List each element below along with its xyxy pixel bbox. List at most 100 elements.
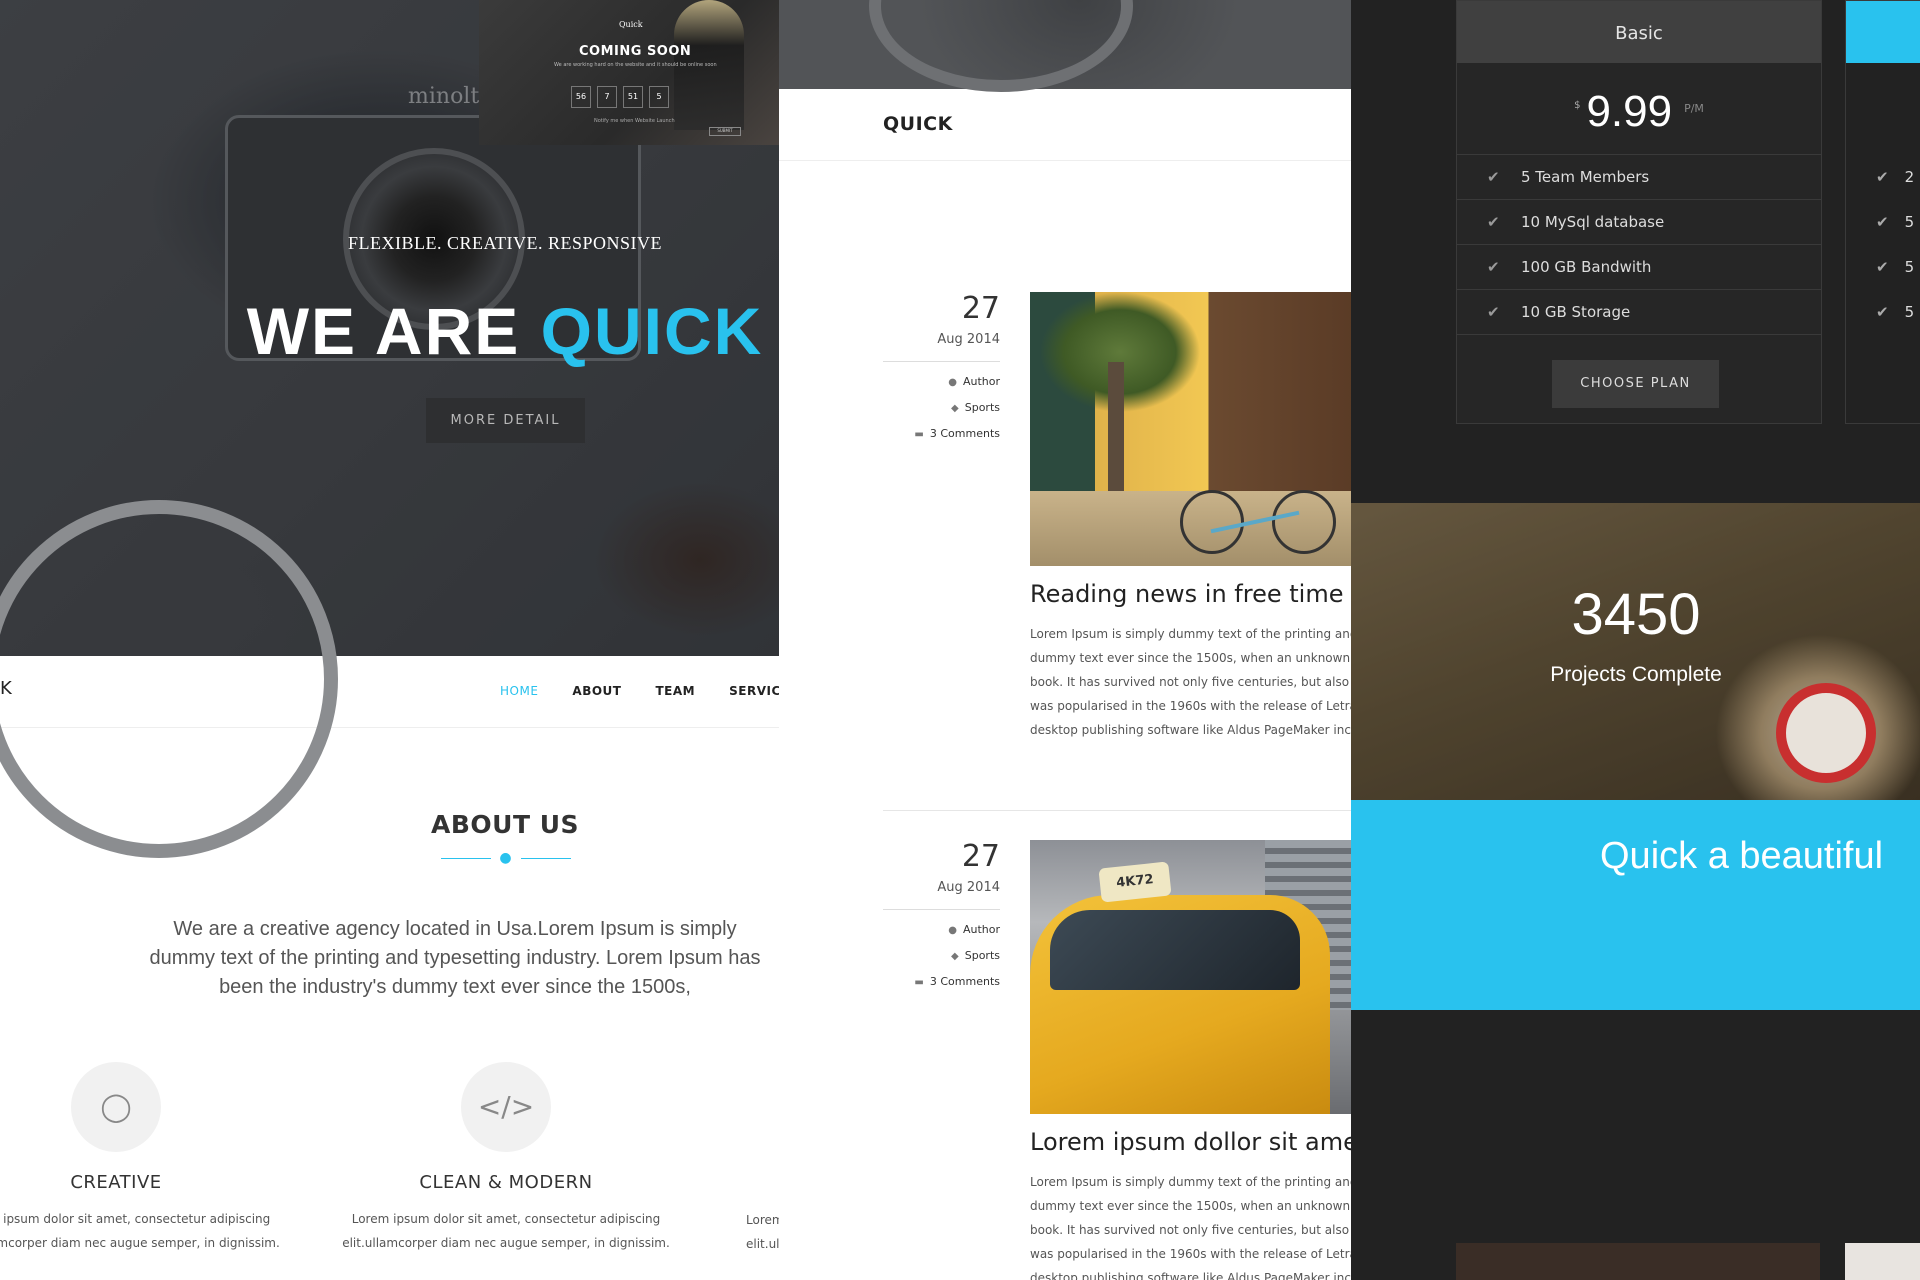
blog-logo[interactable]: QUICK xyxy=(883,113,953,135)
blog-post: 27 Aug 2014 ● Author ◆ Sports ▬ 3 Comments … xyxy=(883,292,1351,762)
countdown-box: 51 xyxy=(623,86,643,108)
feature-third: Lorem ipsum dolor sit amet, consectetur … xyxy=(746,1062,779,1256)
feature-text: Lorem ipsum dolor sit amet, consectetur … xyxy=(342,1212,670,1250)
pricing-card-next: ✔ 2 ✔ 5 ✔ 5 ✔ 5 xyxy=(1845,0,1920,424)
nav-item-team[interactable]: TEAM xyxy=(655,684,695,698)
check-icon: ✔ xyxy=(1876,213,1889,231)
portfolio-tile[interactable] xyxy=(1456,1243,1820,1280)
post-image-taxi[interactable]: 4K72 xyxy=(1030,840,1351,1114)
comment-icon: ▬ xyxy=(914,977,924,988)
plan-feature: ✔ 5 xyxy=(1876,213,1915,231)
nav-menu: HOME ABOUT TEAM SERVICES xyxy=(500,684,779,698)
nav-item-home[interactable]: HOME xyxy=(500,684,538,698)
hero-title-main: WE ARE xyxy=(246,294,541,368)
check-icon: ✔ xyxy=(1876,168,1889,186)
price-currency: $ xyxy=(1574,100,1581,111)
post-category[interactable]: ◆ Sports xyxy=(883,949,1000,962)
headphones-image xyxy=(1776,683,1876,783)
countdown-box: 7 xyxy=(597,86,617,108)
post-meta: 27 Aug 2014 ● Author ◆ Sports ▬ 3 Comments xyxy=(883,840,1000,988)
plan-price: $9.99 P/M xyxy=(1457,63,1821,155)
plan-feature: ✔ 5 xyxy=(1876,303,1915,321)
post-excerpt: Lorem Ipsum is simply dummy text of the … xyxy=(1030,1175,1351,1280)
post-day: 27 xyxy=(961,291,1000,326)
plan-feature: ✔ 5 Team Members xyxy=(1457,155,1821,200)
post-month: Aug 2014 xyxy=(883,332,1000,362)
blog-hero-strip xyxy=(779,0,1351,92)
code-icon: </> xyxy=(461,1062,551,1152)
section-divider: ● xyxy=(441,851,571,865)
hero-title: WE ARE QUICK xyxy=(0,293,779,369)
plan-feature: ✔ 10 MySql database xyxy=(1457,200,1821,245)
comment-icon: ▬ xyxy=(914,429,924,440)
check-icon: ✔ xyxy=(1876,303,1889,321)
home-page-preview: minolta Quick COMING SOON We are working… xyxy=(0,0,779,1280)
taxi-sign: 4K72 xyxy=(1098,861,1172,903)
post-category[interactable]: ◆ Sports xyxy=(883,401,1000,414)
plan-header-accent xyxy=(1846,1,1920,63)
preview-subtitle: We are working hard on the website and i… xyxy=(554,62,717,68)
hero-title-accent: QUICK xyxy=(540,294,764,368)
nav-item-services[interactable]: SERVICES xyxy=(729,684,779,698)
post-divider xyxy=(883,810,1351,811)
price-amount: 9.99 xyxy=(1586,87,1673,136)
stats-section: 3450 Projects Complete xyxy=(1351,503,1920,800)
user-icon: ● xyxy=(499,850,512,866)
post-day: 27 xyxy=(961,839,1000,874)
bicycle xyxy=(1180,484,1336,554)
check-icon: ✔ xyxy=(1487,303,1500,321)
plan-feature: ✔ 10 GB Storage xyxy=(1457,290,1821,335)
post-comments[interactable]: ▬ 3 Comments xyxy=(883,975,1000,988)
pricing-card-basic: Basic $9.99 P/M ✔ 5 Team Members ✔ 10 MySql… xyxy=(1456,0,1822,424)
feature-clean-modern: </> CLEAN & MODERN Lorem ipsum dolor sit… xyxy=(326,1062,686,1255)
post-author[interactable]: ● Author xyxy=(883,375,1000,388)
about-text: We are a creative agency located in Usa.… xyxy=(149,918,761,998)
post-title[interactable]: Lorem ipsum dollor sit amet xyxy=(1030,1128,1351,1156)
hero-section: minolta Quick COMING SOON We are working… xyxy=(0,0,779,858)
more-detail-button[interactable]: MORE DETAIL xyxy=(426,398,585,443)
countdown-box: 5 xyxy=(649,86,669,108)
tag-icon: ◆ xyxy=(951,951,959,962)
feature-title: CREATIVE xyxy=(70,1172,162,1193)
preview-logo: Quick xyxy=(619,20,643,29)
hero-tagline: FLEXIBLE. CREATIVE. RESPONSIVE xyxy=(347,233,662,253)
plan-name: Basic xyxy=(1457,1,1821,63)
cta-banner: Quick a beautiful xyxy=(1351,800,1920,1010)
blog-post: 27 Aug 2014 ● Author ◆ Sports ▬ 3 Comments … xyxy=(883,840,1351,1280)
post-image-street[interactable] xyxy=(1030,292,1351,566)
coming-soon-preview: Quick COMING SOON We are working hard on… xyxy=(479,0,779,145)
headphone-arc-decoration xyxy=(869,0,1133,92)
plan-feature: ✔ 100 GB Bandwith xyxy=(1457,245,1821,290)
lightbulb-icon: ◯ xyxy=(71,1062,161,1152)
plan-feature: ✔ 2 xyxy=(1876,168,1915,186)
blog-header: QUICK xyxy=(779,89,1351,161)
post-month: Aug 2014 xyxy=(883,880,1000,910)
post-meta: 27 Aug 2014 ● Author ◆ Sports ▬ 3 Comments xyxy=(883,292,1000,440)
cta-text: Quick a beautiful xyxy=(1600,835,1884,877)
plan-feature: ✔ 5 xyxy=(1876,258,1915,276)
price-period: P/M xyxy=(1684,102,1704,115)
stat-number: 3450 xyxy=(1571,582,1701,647)
feature-title: CLEAN & MODERN xyxy=(419,1172,593,1193)
divider-line xyxy=(521,858,571,859)
preview-notify-text: Notify me when Website Launch xyxy=(594,118,675,124)
post-excerpt: Lorem Ipsum is simply dummy text of the … xyxy=(1030,627,1351,737)
divider-line xyxy=(441,858,491,859)
check-icon: ✔ xyxy=(1487,213,1500,231)
check-icon: ✔ xyxy=(1876,258,1889,276)
tag-icon: ◆ xyxy=(951,403,959,414)
user-icon: ● xyxy=(948,377,957,388)
preview-submit-button[interactable]: SUBMIT xyxy=(709,127,741,136)
post-author[interactable]: ● Author xyxy=(883,923,1000,936)
headphone-ring-decoration xyxy=(0,500,338,858)
check-icon: ✔ xyxy=(1487,168,1500,186)
portfolio-tile[interactable] xyxy=(1845,1243,1920,1280)
post-title[interactable]: Reading news in free time xyxy=(1030,580,1351,608)
post-comments[interactable]: ▬ 3 Comments xyxy=(883,427,1000,440)
nav-item-about[interactable]: ABOUT xyxy=(572,684,621,698)
feature-text: Lorem ipsum dolor sit amet, consectetur … xyxy=(746,1213,779,1251)
blog-page-preview: QUICK 27 Aug 2014 ● Author ◆ Sports ▬ 3 Com… xyxy=(779,0,1351,1280)
choose-plan-button[interactable]: CHOOSE PLAN xyxy=(1552,360,1719,408)
feature-creative: ◯ CREATIVE Lorem ipsum dolor sit amet, c… xyxy=(0,1062,296,1255)
feature-text: Lorem ipsum dolor sit amet, consectetur … xyxy=(0,1212,280,1250)
